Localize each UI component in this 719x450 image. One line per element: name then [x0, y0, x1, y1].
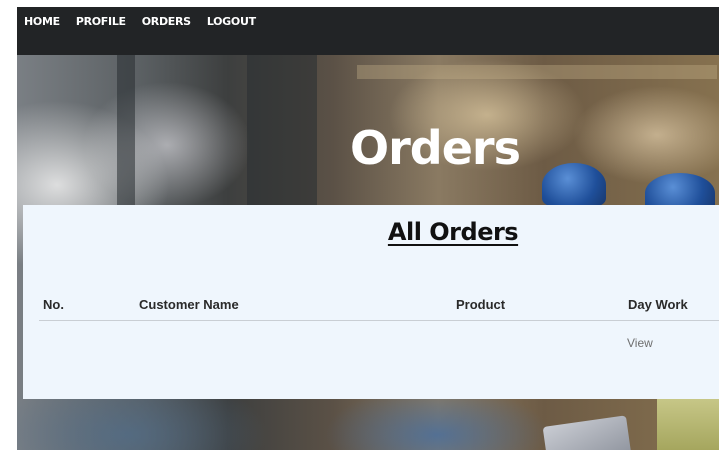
nav-profile-link[interactable]: PROFILE: [76, 15, 126, 28]
top-navbar: HOME PROFILE ORDERS LOGOUT: [17, 7, 719, 55]
column-header-customer-name: Customer Name: [139, 297, 239, 312]
column-header-product: Product: [456, 297, 506, 312]
column-header-number: No.: [43, 297, 64, 312]
nav-links: HOME PROFILE ORDERS LOGOUT: [24, 15, 272, 28]
hero-background-beam: [247, 55, 317, 205]
hero-helmet-image: [542, 163, 606, 207]
hero-background-beam: [117, 55, 135, 205]
orders-table-header: No. Customer Name Product Day Work: [39, 295, 719, 321]
hero-vest-image: [657, 395, 719, 450]
hero-title: Orders: [350, 121, 521, 175]
orders-card: All Orders No. Customer Name Product Day…: [23, 205, 719, 399]
hero-background-beam: [357, 65, 717, 79]
table-row-view-link[interactable]: View: [627, 336, 653, 350]
column-header-day-work: Day Work: [628, 297, 688, 312]
nav-home-link[interactable]: HOME: [24, 15, 60, 28]
nav-orders-link[interactable]: ORDERS: [142, 15, 191, 28]
nav-logout-link[interactable]: LOGOUT: [207, 15, 256, 28]
hero-tablet-image: [542, 415, 632, 450]
orders-heading: All Orders: [387, 218, 519, 246]
